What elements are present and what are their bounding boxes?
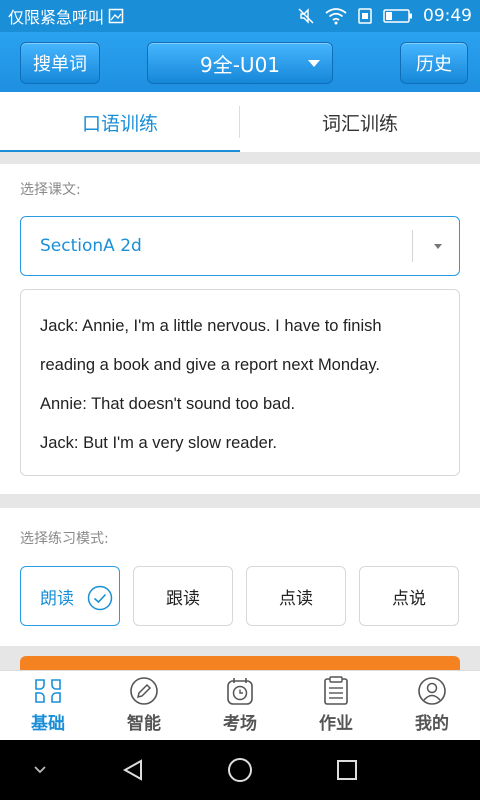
select-divider: [412, 230, 413, 262]
nav-item-basic[interactable]: 基础: [0, 671, 96, 741]
mode-label: 点读: [279, 588, 313, 609]
tab-vocabulary-training[interactable]: 词汇训练: [240, 92, 480, 152]
bottom-nav: 基础 智能 考场 作业 我的: [0, 670, 480, 740]
image-icon: [108, 8, 124, 24]
nav-label: 智能: [127, 714, 161, 734]
training-tabs: 口语训练 词汇训练: [0, 92, 480, 152]
lesson-select-value: SectionA 2d: [40, 236, 142, 256]
system-nav-bar: [0, 740, 480, 800]
chevron-down-icon[interactable]: [20, 740, 60, 800]
nav-item-exam[interactable]: 考场: [192, 671, 288, 741]
mode-label: 点说: [392, 588, 426, 609]
nav-item-smart[interactable]: 智能: [96, 671, 192, 741]
clock-time: 09:49: [423, 6, 472, 26]
nav-label: 我的: [415, 714, 449, 734]
mode-follow-read[interactable]: 跟读: [133, 566, 233, 626]
practice-mode-section: 选择练习模式: 朗读 跟读 点读 点说: [0, 508, 480, 646]
lesson-label: 选择课文:: [20, 182, 81, 198]
grid-icon: [31, 676, 65, 706]
status-left: 仅限紧急呼叫: [8, 4, 124, 28]
lesson-line: reading a book and give a report next Mo…: [40, 356, 380, 374]
user-icon: [415, 676, 449, 706]
mode-label: 跟读: [166, 588, 200, 609]
lesson-line: Annie: That doesn't sound too bad.: [40, 395, 296, 413]
mode-label: 朗读: [40, 588, 74, 609]
unit-selector[interactable]: 9全-U01: [147, 42, 333, 84]
home-icon[interactable]: [220, 740, 260, 800]
mode-point-read[interactable]: 点读: [246, 566, 346, 626]
lesson-line: Jack: Annie, I'm a little nervous. I hav…: [40, 317, 382, 335]
caret-down-icon: [308, 60, 320, 67]
nav-label: 考场: [223, 714, 257, 734]
recent-apps-icon[interactable]: [327, 740, 367, 800]
mute-icon: [297, 7, 315, 25]
lesson-section: 选择课文: SectionA 2d Jack: Annie, I'm a lit…: [0, 164, 480, 494]
back-icon[interactable]: [113, 740, 153, 800]
nav-label: 作业: [319, 714, 353, 734]
search-word-button[interactable]: 搜单词: [20, 42, 100, 84]
check-circle-icon: [87, 585, 113, 616]
pencil-icon: [127, 676, 161, 706]
dropdown-arrow-icon: [434, 244, 442, 249]
clock-icon: [223, 676, 257, 706]
nav-item-mine[interactable]: 我的: [384, 671, 480, 741]
clipboard-icon: [319, 676, 353, 706]
practice-mode-label: 选择练习模式:: [20, 531, 109, 547]
practice-mode-options: 朗读 跟读 点读 点说: [20, 566, 460, 626]
app-header: 搜单词 9全-U01 历史: [0, 32, 480, 92]
tab-oral-training[interactable]: 口语训练: [0, 92, 240, 152]
nav-item-homework[interactable]: 作业: [288, 671, 384, 741]
nav-label: 基础: [31, 714, 65, 734]
carrier-text: 仅限紧急呼叫: [8, 8, 105, 27]
battery-icon: [383, 8, 413, 24]
lesson-line: Jack: But I'm a very slow reader.: [40, 434, 277, 452]
status-bar: 仅限紧急呼叫 09:49: [0, 0, 480, 32]
mode-read-aloud[interactable]: 朗读: [20, 566, 120, 626]
lesson-text-box: Jack: Annie, I'm a little nervous. I hav…: [20, 289, 460, 476]
status-right: 09:49: [297, 6, 472, 26]
unit-selector-label: 9全-U01: [199, 52, 281, 77]
lesson-select[interactable]: SectionA 2d: [20, 216, 460, 276]
wifi-icon: [325, 7, 347, 25]
history-button[interactable]: 历史: [400, 42, 468, 84]
sim-icon: [357, 7, 373, 25]
mode-point-speak[interactable]: 点说: [359, 566, 459, 626]
